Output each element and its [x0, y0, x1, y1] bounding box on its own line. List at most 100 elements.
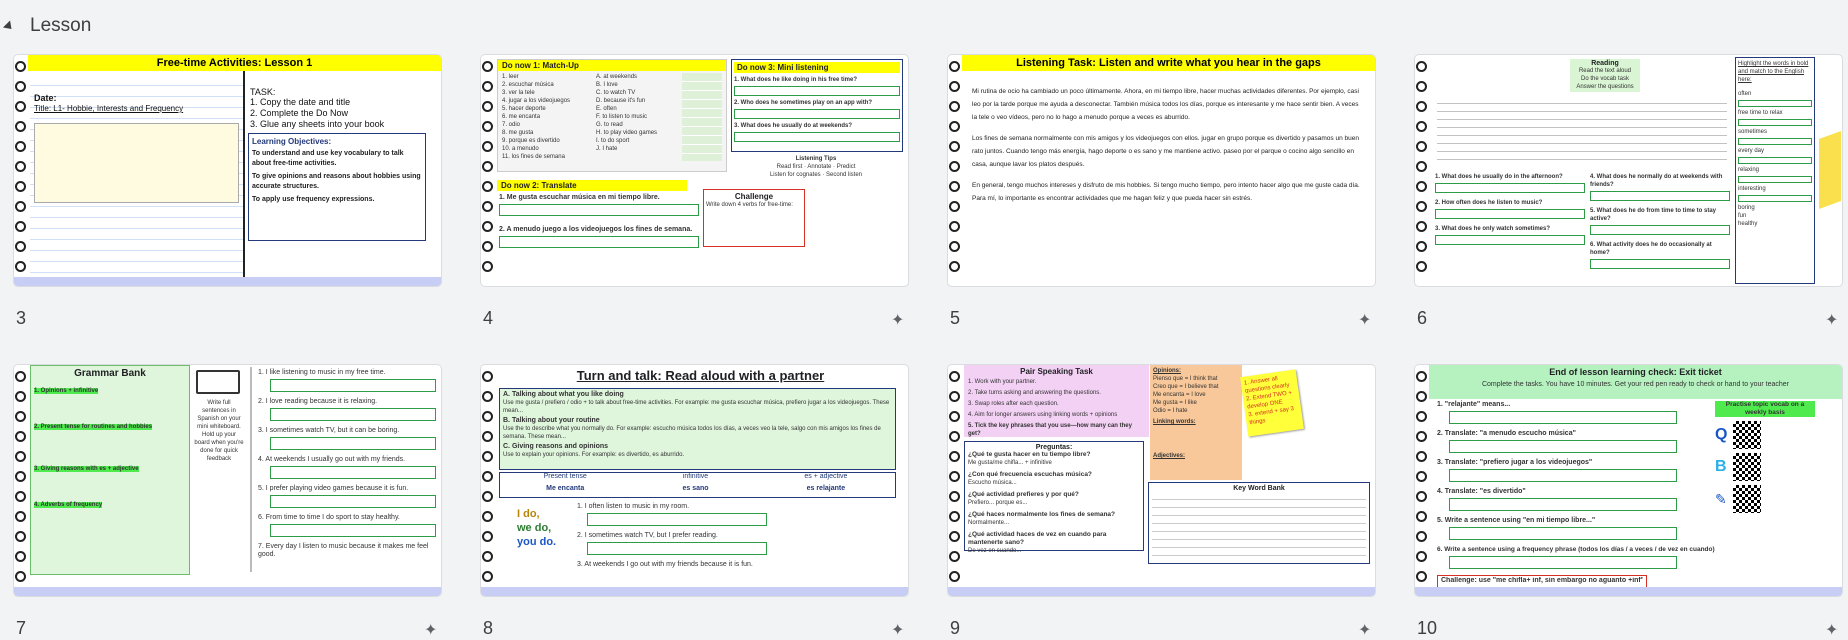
grammar-bank-title: Grammar Bank — [74, 368, 146, 379]
opinion-3: Me encanta = I love — [1153, 392, 1206, 398]
slide-number-9: 9 — [950, 618, 961, 638]
objective-2: To give opinions and reasons about hobbi… — [252, 173, 421, 190]
listening-paragraph-3: En general, tengo muchos intereses y dis… — [972, 182, 1360, 202]
grammar-prompt-7: 7. Every day I listen to music because i… — [258, 543, 429, 558]
decorative-wave — [948, 587, 1375, 596]
grammar-section-3: 3. Giving reasons with es + adjective — [34, 466, 139, 472]
challenge-text: Write down 4 verbs for free-time: — [706, 202, 793, 208]
talk-prompt-3: 3. At weekends I go out with my friends … — [577, 561, 753, 568]
reading-question-1: 1. What does he usually do in the aftern… — [1435, 174, 1563, 180]
slide-number-5: 5 — [950, 308, 961, 328]
grammar-prompt-1: 1. I like listening to music in my free … — [258, 369, 386, 376]
quizlet-icon: Q — [1715, 426, 1728, 443]
slide-thumbnail-9[interactable]: Pair Speaking Task 1. Work with your par… — [948, 365, 1375, 596]
match-answer-column — [682, 73, 722, 161]
qr-code-icon[interactable] — [1733, 421, 1762, 449]
objective-3: To apply use frequency expressions. — [252, 196, 375, 203]
answer-box — [499, 204, 699, 216]
pronoun-i-do: I do, — [517, 508, 540, 520]
section-b-text: Use the to describe what you normally do… — [503, 426, 881, 440]
slide-grid: Free-time Activities: Lesson 1 Date: Tit… — [14, 55, 1844, 639]
reading-heading: Reading — [1591, 60, 1619, 67]
lined-paper: Date: Title: L1- Hobbie, Interests and F… — [30, 75, 243, 286]
slide-title: Listening Task: Listen and write what yo… — [962, 55, 1375, 71]
match-right-d: D. because it's fun — [596, 98, 646, 104]
worksheet-icon: ✎ — [1715, 490, 1727, 507]
grammar-prompt-6: 6. From time to time I do sport to stay … — [258, 514, 400, 521]
table-val-3: es relajante — [806, 485, 846, 492]
slide-title: End of lesson learning check: Exit ticke… — [1549, 367, 1722, 377]
table-head-adjective: es + adjective — [804, 473, 848, 480]
ring-binding — [1415, 55, 1431, 286]
speaking-step-1: 1. Work with your partner. — [968, 379, 1037, 385]
slide-notes-icon[interactable]: ✦ — [1825, 620, 1838, 640]
do-now-preview — [34, 123, 239, 203]
match-left-7: 7. odio — [502, 122, 521, 128]
grammar-prompt-3: 3. I sometimes watch TV, but it can be b… — [258, 427, 400, 434]
answer-box — [499, 236, 699, 248]
slide-notes-icon[interactable]: ✦ — [891, 310, 904, 330]
pregunta-1: ¿Qué te gusta hacer en tu tiempo libre? — [968, 451, 1091, 458]
exit-ticket-instruction: Complete the tasks. You have 10 minutes.… — [1481, 381, 1789, 388]
match-left-6: 6. me encanta — [502, 114, 541, 120]
slide-title: Turn and talk: Read aloud with a partner — [576, 368, 825, 383]
slide-thumbnail-8[interactable]: Turn and talk: Read aloud with a partner… — [481, 365, 908, 596]
slide-title: Free-time Activities: Lesson 1 — [28, 55, 441, 71]
slide-notes-icon[interactable]: ✦ — [1825, 310, 1838, 330]
vocab-boring: boring — [1738, 205, 1755, 211]
exit-item-1: 1. "relajante" means... — [1437, 401, 1511, 408]
slide-thumbnail-10[interactable]: End of lesson learning check: Exit ticke… — [1415, 365, 1842, 596]
qr-code-icon[interactable] — [1732, 453, 1761, 481]
whiteboard-instruction: Write full sentences in Spanish on your … — [194, 400, 244, 462]
talk-prompt-2: 2. I sometimes watch TV, but I prefer re… — [577, 532, 718, 539]
table-val-2: es sano — [682, 485, 709, 492]
slide-thumbnail-3[interactable]: Free-time Activities: Lesson 1 Date: Tit… — [14, 55, 441, 286]
listening-paragraph-2: Los fines de semana normalmente con mis … — [972, 135, 1359, 168]
speaking-step-5: 5. Tick the key phrases that you use—how… — [968, 423, 1132, 437]
opinion-5: Odio = I hate — [1153, 408, 1188, 414]
decorative-wave — [14, 587, 441, 596]
answer-box — [1435, 183, 1585, 193]
match-right-b: B. I love — [596, 82, 618, 88]
slide-thumbnail-4[interactable]: Do now 1: Match-Up 1. leer 2. escuchar m… — [481, 55, 908, 286]
slide-notes-icon[interactable]: ✦ — [1358, 620, 1371, 640]
match-left-2: 2. escuchar música — [502, 82, 554, 88]
section-header-lesson[interactable]: Lesson — [0, 10, 91, 42]
slide-thumbnail-6[interactable]: Reading Read the text aloud Do the vocab… — [1415, 55, 1842, 286]
collapse-triangle-icon[interactable] — [2, 19, 16, 33]
match-left-10: 10. a menudo — [502, 146, 539, 152]
match-right-i: I. to do sport — [596, 138, 630, 144]
slide-notes-icon[interactable]: ✦ — [1358, 310, 1371, 330]
slide-notes-icon[interactable]: ✦ — [891, 620, 904, 640]
starter-4: Normalmente... — [968, 520, 1010, 526]
answer-box — [1590, 225, 1730, 235]
slide-thumbnail-7[interactable]: Grammar Bank 1. Opinions + infinitive 2.… — [14, 365, 441, 596]
practice-heading: Practise topic vocab on a weekly basis — [1715, 401, 1815, 417]
grammar-prompt-2: 2. I love reading because it is relaxing… — [258, 398, 378, 405]
linking-heading: Linking words: — [1153, 419, 1196, 425]
match-right-a: A. at weekends — [596, 74, 638, 80]
vocab-fun: fun — [1738, 213, 1747, 219]
opinions-heading: Opinions: — [1153, 368, 1181, 374]
starter-2: Escucho música... — [968, 480, 1017, 486]
listening-tips-heading: Listening Tips — [795, 156, 837, 162]
vocab-instruction: Highlight the words in bold and match to… — [1738, 61, 1809, 83]
ring-binding — [14, 55, 30, 286]
whiteboard-icon — [196, 370, 240, 394]
match-right-e: E. often — [596, 106, 617, 112]
match-left-4: 4. jugar a los videojuegos — [502, 98, 571, 104]
answer-box — [734, 132, 900, 142]
slide-thumbnail-5[interactable]: Listening Task: Listen and write what yo… — [948, 55, 1375, 286]
grammar-section-2: 2. Present tense for routines and hobbie… — [34, 424, 153, 430]
listen-question-2: 2. Who does he sometimes play on an app … — [734, 100, 873, 106]
challenge-heading: Challenge — [734, 192, 774, 201]
answer-box — [1590, 259, 1730, 269]
pregunta-3: ¿Qué actividad prefieres y por qué? — [968, 491, 1079, 498]
reading-step-2: Do the vocab task — [1580, 76, 1630, 82]
vocab-free-time: free time to relax — [1738, 110, 1783, 116]
do-now-1-heading: Do now 1: Match-Up — [498, 60, 726, 71]
qr-code-icon[interactable] — [1732, 485, 1761, 513]
slide-notes-icon[interactable]: ✦ — [424, 620, 437, 640]
section-label: Lesson — [30, 15, 92, 36]
adjectives-heading: Adjectives: — [1153, 453, 1186, 459]
